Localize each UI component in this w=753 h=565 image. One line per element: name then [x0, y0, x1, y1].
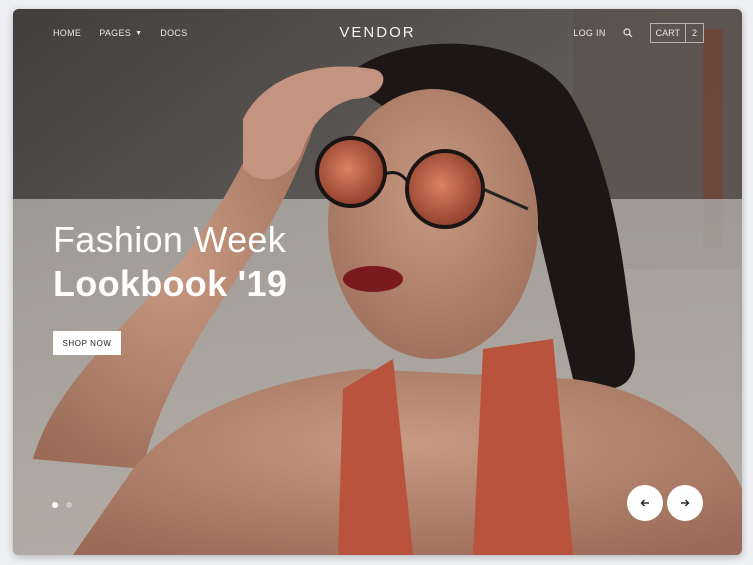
prev-slide-button[interactable]	[627, 485, 663, 521]
arrow-right-icon	[681, 499, 690, 507]
slide-indicators	[52, 502, 72, 508]
search-icon[interactable]	[622, 27, 634, 39]
brand-logo[interactable]: VENDOR	[339, 24, 415, 41]
nav-home-link[interactable]: HOME	[53, 28, 81, 38]
nav-actions: LOG IN CART 2	[573, 23, 704, 43]
hero-heading: Fashion Week Lookbook '19	[53, 219, 287, 307]
cart-label: CART	[655, 28, 680, 38]
nav-links: HOME PAGES ▼ DOCS	[53, 28, 188, 38]
caret-down-icon: ▼	[135, 29, 143, 37]
hero-section: HOME PAGES ▼ DOCS VENDOR LOG IN CART 2 F…	[13, 9, 742, 555]
cart-count-badge: 2	[684, 24, 703, 42]
slide-dot-2[interactable]	[66, 502, 72, 508]
hero-title-line2: Lookbook '19	[53, 263, 288, 304]
cart-button[interactable]: CART 2	[649, 23, 704, 43]
nav-pages-dropdown[interactable]: PAGES ▼	[99, 28, 142, 38]
next-slide-button[interactable]	[667, 485, 703, 521]
login-link[interactable]: LOG IN	[573, 28, 605, 38]
hero-title-line1: Fashion Week	[53, 219, 287, 260]
arrow-left-icon	[640, 499, 649, 507]
slide-dot-1[interactable]	[52, 502, 58, 508]
shop-now-button[interactable]: SHOP NOW	[53, 331, 121, 355]
nav-docs-link[interactable]: DOCS	[160, 28, 187, 38]
top-navbar: HOME PAGES ▼ DOCS VENDOR LOG IN CART 2	[13, 9, 742, 57]
nav-pages-label: PAGES	[99, 28, 132, 38]
